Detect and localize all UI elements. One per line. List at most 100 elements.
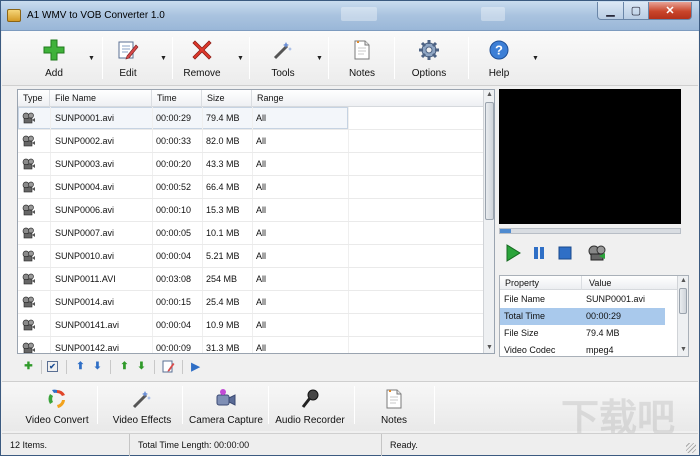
column-divider <box>348 176 349 198</box>
options-button[interactable]: Options <box>408 33 450 83</box>
column-header-file-name[interactable]: File Name <box>50 90 152 107</box>
size-cell: 10.9 MB <box>206 320 240 330</box>
camera-capture-button[interactable]: Camera Capture <box>189 384 263 430</box>
property-value-cell: mpeg4 <box>586 345 614 355</box>
scrollbar-thumb[interactable] <box>679 288 687 314</box>
bottom-toolbar-divider <box>434 386 435 424</box>
property-row[interactable]: File Size 79.4 MB <box>500 325 665 342</box>
column-header-time[interactable]: Time <box>152 90 202 107</box>
table-row[interactable]: SUNP0001.avi 00:00:29 79.4 MB All <box>18 107 483 130</box>
table-row[interactable]: SUNP00141.avi 00:00:04 10.9 MB All <box>18 314 483 337</box>
table-row[interactable]: SUNP0003.avi 00:00:20 43.3 MB All <box>18 153 483 176</box>
bottom-toolbar-divider <box>182 386 183 424</box>
column-header-property[interactable]: Property <box>500 276 582 290</box>
list-toolbar-divider <box>41 360 42 374</box>
help-button[interactable]: ? Help <box>484 33 514 83</box>
file-list[interactable]: Type File Name Time Size Range SUNP0001.… <box>17 89 495 354</box>
video-convert-label: Video Convert <box>25 415 89 426</box>
remove-dropdown-arrow[interactable]: ▼ <box>237 55 244 62</box>
scroll-up-icon[interactable]: ▲ <box>680 277 687 284</box>
add-file-icon[interactable]: ✚ <box>21 359 36 374</box>
maximize-button[interactable]: ▢ <box>623 2 649 20</box>
notes-button[interactable]: Notes <box>346 33 378 83</box>
file-name-cell: SUNP0007.avi <box>55 228 115 238</box>
column-header-range[interactable]: Range <box>252 90 483 107</box>
stop-button[interactable] <box>555 243 575 263</box>
range-cell: All <box>256 113 267 123</box>
remove-button[interactable]: Remove <box>182 33 222 83</box>
column-header-size[interactable]: Size <box>202 90 252 107</box>
table-row[interactable]: SUNP0014.avi 00:00:15 25.4 MB All <box>18 291 483 314</box>
table-row[interactable]: SUNP0002.avi 00:00:33 82.0 MB All <box>18 130 483 153</box>
table-row[interactable]: SUNP0007.avi 00:00:05 10.1 MB All <box>18 222 483 245</box>
column-divider <box>348 130 349 152</box>
video-preview[interactable] <box>499 89 681 224</box>
edit-dropdown-arrow[interactable]: ▼ <box>160 55 167 62</box>
minimize-icon: ▁ <box>606 5 615 17</box>
edit-item-icon[interactable] <box>161 359 176 374</box>
column-header-type[interactable]: Type <box>18 90 50 107</box>
snapshot-button[interactable] <box>587 243 607 263</box>
tools-dropdown-arrow[interactable]: ▼ <box>316 55 323 62</box>
film-reel-icon <box>588 245 606 261</box>
play-button[interactable] <box>503 243 523 263</box>
window-title: A1 WMV to VOB Converter 1.0 <box>27 10 165 21</box>
time-cell: 00:00:09 <box>156 343 192 353</box>
properties-panel[interactable]: Property Value File Name SUNP0001.avi Tota… <box>499 275 689 357</box>
size-cell: 10.1 MB <box>206 228 240 238</box>
video-convert-button[interactable]: Video Convert <box>25 384 89 430</box>
column-divider <box>348 107 349 129</box>
help-dropdown-arrow[interactable]: ▼ <box>532 55 539 62</box>
table-row[interactable]: SUNP0010.avi 00:00:04 5.21 MB All <box>18 245 483 268</box>
audio-recorder-button[interactable]: Audio Recorder <box>274 384 346 430</box>
scrollbar-thumb[interactable] <box>485 102 494 220</box>
seek-bar[interactable] <box>499 228 681 234</box>
property-row[interactable]: Total Time 00:00:29 <box>500 308 665 325</box>
time-cell: 00:00:04 <box>156 251 192 261</box>
add-dropdown-arrow[interactable]: ▼ <box>88 55 95 62</box>
bottom-toolbar-divider <box>97 386 98 424</box>
time-cell: 00:00:15 <box>156 297 192 307</box>
size-cell: 79.4 MB <box>206 113 240 123</box>
pause-button[interactable] <box>529 243 549 263</box>
scroll-down-icon[interactable]: ▼ <box>486 344 493 351</box>
title-bar[interactable]: A1 WMV to VOB Converter 1.0 ▁ ▢ ✕ <box>1 1 699 31</box>
svg-text:?: ? <box>495 43 503 58</box>
table-row[interactable]: SUNP0006.avi 00:00:10 15.3 MB All <box>18 199 483 222</box>
edit-button[interactable]: Edit <box>112 33 144 83</box>
play-item-icon[interactable]: ▶ <box>188 359 203 374</box>
move-up-icon[interactable]: ⬆ <box>73 359 88 374</box>
stop-icon <box>558 246 572 260</box>
column-header-value[interactable]: Value <box>584 276 674 290</box>
table-row[interactable]: SUNP0011.AVI 00:03:08 254 MB All <box>18 268 483 291</box>
scroll-down-icon[interactable]: ▼ <box>680 346 687 353</box>
property-name-cell: File Name <box>504 294 546 304</box>
bottom-notes-button[interactable]: Notes <box>378 384 410 430</box>
property-row[interactable]: File Name SUNP0001.avi <box>500 291 665 308</box>
file-list-scrollbar[interactable]: ▲ ▼ <box>483 90 494 353</box>
add-button[interactable]: Add <box>38 33 70 83</box>
tools-button[interactable]: Tools <box>266 33 300 83</box>
table-row[interactable]: SUNP0004.avi 00:00:52 66.4 MB All <box>18 176 483 199</box>
camera-icon <box>214 387 238 411</box>
video-effects-button[interactable]: Video Effects <box>112 384 172 430</box>
move-bottom-icon[interactable]: ⬇ <box>134 359 149 374</box>
range-cell: All <box>256 343 267 353</box>
minimize-button[interactable]: ▁ <box>597 2 624 20</box>
properties-scrollbar[interactable]: ▲ ▼ <box>677 276 688 356</box>
table-row[interactable]: SUNP00142.avi 00:00:09 31.3 MB All <box>18 337 483 353</box>
close-button[interactable]: ✕ <box>648 2 692 20</box>
property-row[interactable]: Video Codec mpeg4 <box>500 342 665 356</box>
file-name-cell: SUNP0003.avi <box>55 159 115 169</box>
properties-header: Property Value <box>500 276 677 290</box>
move-top-icon[interactable]: ⬆ <box>117 359 132 374</box>
check-all-icon[interactable]: ✔ <box>47 361 58 372</box>
move-down-icon[interactable]: ⬇ <box>90 359 105 374</box>
resize-grip[interactable] <box>686 443 696 453</box>
audio-recorder-label: Audio Recorder <box>275 415 345 426</box>
plus-icon <box>41 37 67 63</box>
camera-capture-label: Camera Capture <box>189 415 263 426</box>
range-cell: All <box>256 182 267 192</box>
background-tab <box>341 7 377 21</box>
scroll-up-icon[interactable]: ▲ <box>486 91 493 98</box>
